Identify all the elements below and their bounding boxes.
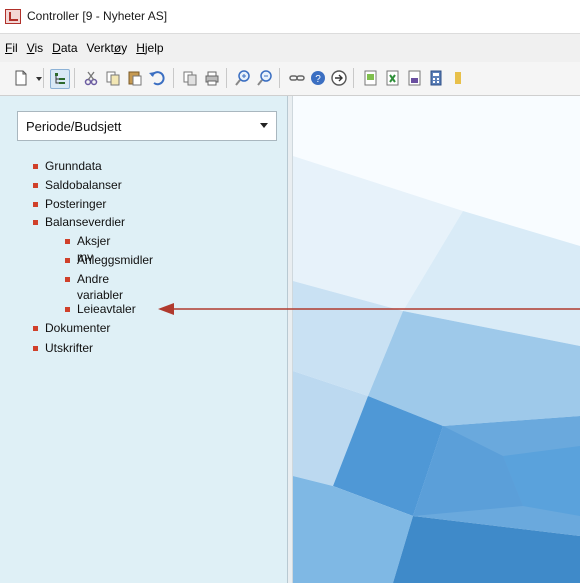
- paste-icon[interactable]: [126, 69, 144, 87]
- excel-icon[interactable]: [384, 69, 402, 87]
- tree-item-andre-variabler[interactable]: Andre variabler: [65, 271, 123, 302]
- tree-item-dokumenter[interactable]: Dokumenter: [33, 320, 110, 336]
- toolbar-separator: [173, 68, 174, 88]
- tree-item-aksjer-mv[interactable]: Aksjer mv: [65, 233, 110, 264]
- bullet-icon: [65, 258, 70, 263]
- dropdown-selected-value: Periode/Budsjett: [26, 118, 122, 134]
- sidebar-panel: [0, 96, 288, 583]
- toolbar-separator: [279, 68, 280, 88]
- bullet-icon: [33, 326, 38, 331]
- tree-item-anleggsmidler[interactable]: Anleggsmidler: [65, 252, 153, 268]
- toolbar-separator: [74, 68, 75, 88]
- menu-help[interactable]: Hjelp: [136, 41, 163, 55]
- print-icon[interactable]: [203, 69, 221, 87]
- zoom-in-icon[interactable]: [234, 69, 252, 87]
- bullet-icon: [65, 307, 70, 312]
- background-graphic: [293, 96, 580, 583]
- chevron-down-icon: [260, 123, 268, 128]
- link-icon[interactable]: [288, 69, 306, 87]
- view-selector-dropdown[interactable]: Periode/Budsjett: [17, 111, 277, 141]
- menu-tools[interactable]: Verktøy: [87, 41, 128, 55]
- title-bar: Controller [9 - Nyheter AS]: [0, 0, 580, 32]
- menu-data[interactable]: Data: [52, 41, 77, 55]
- toolbar-separator: [43, 68, 44, 88]
- bullet-icon: [33, 220, 38, 225]
- app-icon: [5, 8, 21, 24]
- bullet-icon: [33, 183, 38, 188]
- menu-bar: Fil Vis Data Verktøy Hjelp: [0, 33, 580, 63]
- cut-icon[interactable]: [82, 69, 100, 87]
- calculator-icon[interactable]: [427, 69, 445, 87]
- report-icon[interactable]: [406, 69, 424, 87]
- zoom-out-icon[interactable]: [256, 69, 274, 87]
- toolbar-overflow[interactable]: [449, 69, 461, 87]
- new-document-icon[interactable]: [12, 69, 30, 87]
- tree-item-saldobalanser[interactable]: Saldobalanser: [33, 177, 122, 193]
- copy-icon[interactable]: [104, 69, 122, 87]
- undo-icon[interactable]: [148, 69, 166, 87]
- tree-view-icon[interactable]: [50, 69, 70, 89]
- bullet-icon: [33, 164, 38, 169]
- tree-item-leieavtaler[interactable]: Leieavtaler: [65, 301, 136, 317]
- forward-icon[interactable]: [330, 69, 348, 87]
- bullet-icon: [33, 202, 38, 207]
- import-icon[interactable]: [362, 69, 380, 87]
- tree-item-posteringer[interactable]: Posteringer: [33, 196, 106, 212]
- copy-report-icon[interactable]: [181, 69, 199, 87]
- help-icon[interactable]: ?: [309, 69, 327, 87]
- window-title: Controller [9 - Nyheter AS]: [27, 9, 168, 23]
- menu-view[interactable]: Vis: [27, 41, 43, 55]
- main-content-area: [293, 96, 580, 583]
- toolbar-separator: [353, 68, 354, 88]
- menu-file[interactable]: Fil: [5, 41, 18, 55]
- bullet-icon: [33, 346, 38, 351]
- bullet-icon: [65, 277, 70, 282]
- tree-item-utskrifter[interactable]: Utskrifter: [33, 340, 93, 356]
- tree-item-balanseverdier[interactable]: Balanseverdier: [33, 214, 125, 230]
- tree-item-grunndata[interactable]: Grunndata: [33, 158, 102, 174]
- dropdown-arrow-icon[interactable]: [30, 69, 42, 87]
- bullet-icon: [65, 239, 70, 244]
- toolbar: ?: [0, 62, 580, 96]
- svg-text:?: ?: [315, 74, 321, 85]
- toolbar-separator: [226, 68, 227, 88]
